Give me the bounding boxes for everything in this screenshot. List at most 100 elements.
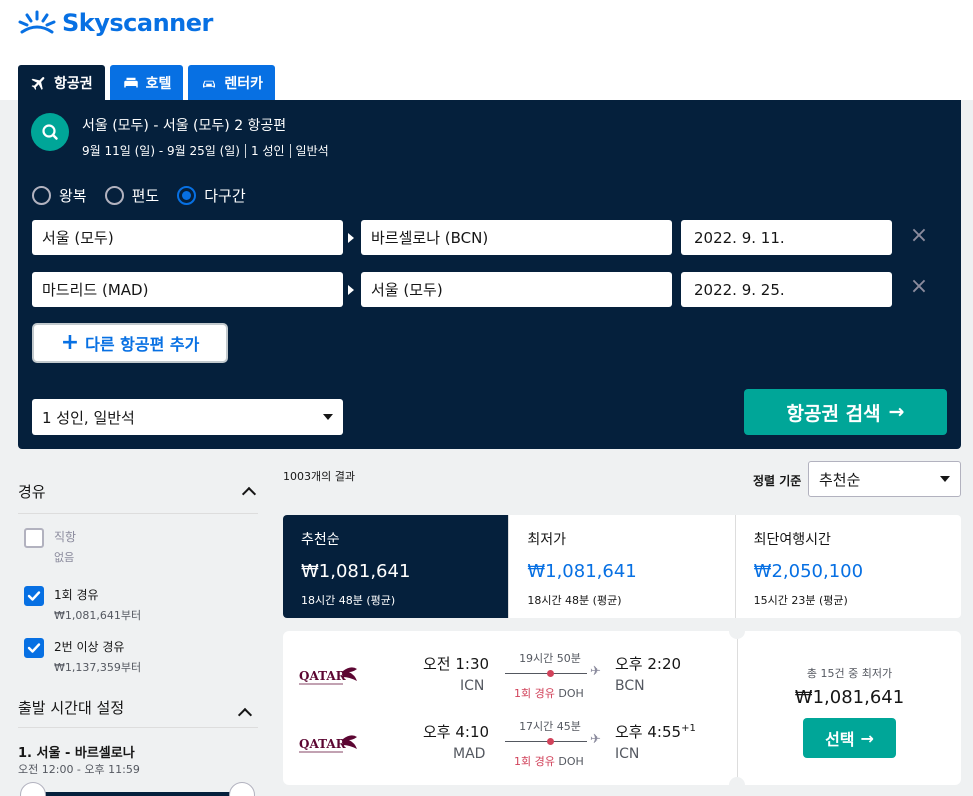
leg2-date-input[interactable]: 2022. 9. 25. [681,272,892,307]
plane-icon: ✈ [590,664,601,679]
sort-label: 정렬 기준 [753,474,802,488]
leg2-to-input[interactable]: 서울 (모두) [361,272,672,307]
day-offset: +1 [681,723,696,734]
arrival-time: 오후 4:55+1 [615,721,696,742]
filter-two-plus-stops[interactable]: 2번 이상 경유 ₩1,137,359부터 [24,638,141,675]
remove-leg2-close-icon[interactable]: × [909,276,929,298]
radio-one-way[interactable]: 편도 [104,185,160,206]
arrow-right-icon: → [860,728,874,748]
radio-multi-city[interactable]: 다구간 [177,185,246,206]
select-flight-button[interactable]: 선택 → [803,718,896,758]
sort-tab-duration: 18시간 48분 (평균) [527,594,622,607]
stop-dot [547,670,554,677]
plane-icon: ✈ [590,732,601,747]
option-label: 1회 경유 [54,588,99,602]
sort-tab-price: ₩2,050,100 [753,561,864,582]
search-summary-icon[interactable] [31,113,69,151]
filter-one-stop[interactable]: 1회 경유 ₩1,081,641부터 [24,586,141,623]
option-label: 직항 [54,530,77,544]
search-summary-details: 9월 11일 (일) - 9월 25일 (일) 1 성인 일반석 [82,142,329,159]
stops-filter-header[interactable]: 경유 [18,470,258,514]
svg-text:QATAR: QATAR [299,737,347,751]
sort-select[interactable]: 추천순 [808,461,961,497]
stops-count: 1회 경유 [514,687,555,700]
sort-tab-cheapest[interactable]: 최저가 ₩1,081,641 18시간 48분 (평균) [509,515,736,618]
qatar-airways-logo: QATAR [299,735,357,753]
tab-hotels[interactable]: 호텔 [109,65,184,100]
time-slider-start-handle[interactable] [20,782,46,796]
sort-tabs: 추천순 ₩1,081,641 18시간 48분 (평균) 최저가 ₩1,081,… [283,515,961,618]
sort-tab-title: 최단여행시간 [753,532,831,548]
option-sub: ₩1,137,359부터 [54,661,142,674]
radio-label: 왕복 [59,187,87,205]
radio-return[interactable]: 왕복 [32,185,87,206]
departure-time-title: 출발 시간대 설정 [18,699,125,717]
sort-tab-price: ₩1,081,641 [527,561,637,582]
caret-down-icon [323,414,333,420]
flight-result-card[interactable]: QATAR 오전 1:30 ICN 19시간 50분 ✈ 1회 경유 DOH 오… [283,623,961,793]
qatar-airways-logo: QATAR [299,667,357,685]
departure-time: 오전 1:30 [423,655,490,673]
summary-pax: 1 성인 [251,144,285,158]
route-line [505,673,587,674]
leg1-to-input[interactable]: 바르셀로나 (BCN) [361,220,672,255]
skyscanner-logo[interactable]: Skyscanner [18,8,213,38]
tab-label: 호텔 [145,75,172,92]
travellers-cabin-select[interactable]: 1 성인, 일반석 [32,399,343,435]
add-flight-button[interactable]: + 다른 항공편 추가 [32,323,228,363]
search-summary-title: 서울 (모두) - 서울 (모두) 2 항공편 [82,118,287,134]
arrival-time: 오후 2:20 [615,653,681,674]
time-slider-end-handle[interactable] [229,782,255,796]
leg1-from-input[interactable]: 서울 (모두) [32,220,343,255]
sort-tab-fastest[interactable]: 최단여행시간 ₩2,050,100 15시간 23분 (평균) [736,515,961,618]
product-tabs: 항공권 호텔 렌터카 [18,65,276,100]
sort-tab-best[interactable]: 추천순 ₩1,081,641 18시간 48분 (평균) [283,515,510,618]
deal-price: ₩1,081,641 [794,687,905,708]
leg1-date-input[interactable]: 2022. 9. 11. [681,220,892,255]
flight-leg: QATAR 오전 1:30 ICN 19시간 50분 ✈ 1회 경유 DOH 오… [283,645,737,705]
option-sub: ₩1,081,641부터 [54,609,142,622]
option-label: 2번 이상 경유 [54,640,125,654]
flight-duration: 19시간 50분 [519,652,581,665]
departure-airport: MAD [453,746,486,762]
arrival-time-text: 오후 2:20 [615,655,682,673]
sort-tab-duration: 18시간 48분 (평균) [301,594,396,607]
arrow-right-icon: → [888,401,905,423]
time-filter-route: 1. 서울 - 바르셀로나 [18,746,135,761]
arrow-right-icon [348,233,354,243]
stop-dot [547,738,554,745]
sort-tab-title: 최저가 [527,532,566,548]
arrow-right-icon [348,285,354,295]
flight-leg: QATAR 오후 4:10 MAD 17시간 45분 ✈ 1회 경유 DOH 오… [283,713,737,773]
divider [245,143,246,158]
sort-tab-title: 추천순 [301,532,340,548]
bed-icon [123,77,138,87]
tab-car-hire[interactable]: 렌터카 [188,65,276,100]
tab-flights[interactable]: 항공권 [18,65,105,100]
search-flights-button[interactable]: 항공권 검색 → [744,389,947,435]
divider [18,727,258,728]
chevron-up-icon[interactable] [237,707,253,723]
time-filter-range: 오전 12:00 - 오후 11:59 [18,763,140,776]
svg-text:QATAR: QATAR [299,669,347,683]
brand-name: Skyscanner [62,9,213,37]
filter-direct[interactable]: 직항 없음 [24,528,76,565]
stops-info: 1회 경유 DOH [514,753,584,769]
radio-circle [32,186,51,205]
add-flight-label: 다른 항공편 추가 [85,335,200,354]
divider [289,143,291,158]
flight-duration: 17시간 45분 [519,720,581,733]
filters-sidebar: 경유 [18,470,258,514]
checkbox [24,638,44,658]
arrival-time-text: 오후 4:55 [615,723,682,741]
remove-leg1-close-icon[interactable]: × [909,225,929,247]
stops-count: 1회 경유 [514,755,555,768]
departure-airport: ICN [460,678,485,694]
time-slider-track[interactable] [32,792,242,796]
leg2-from-input[interactable]: 마드리드 (MAD) [32,272,343,307]
summary-dates: 9월 11일 (일) - 9월 25일 (일) [82,144,240,158]
plus-icon: + [60,330,80,355]
summary-cabin: 일반석 [295,144,329,158]
radio-label: 편도 [131,187,160,205]
departure-time: 오후 4:10 [423,723,490,741]
